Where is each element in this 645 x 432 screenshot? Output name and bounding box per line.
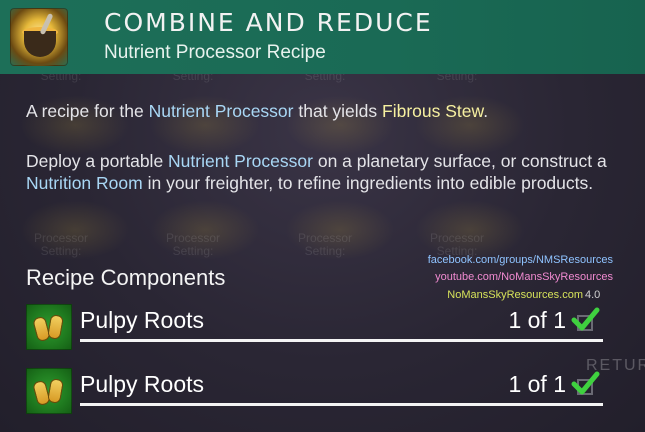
background-text: Processor [33, 231, 89, 245]
component-underline [80, 339, 603, 342]
component-row[interactable]: Pulpy Roots 1 of 1 [26, 366, 606, 414]
component-name: Pulpy Roots [80, 307, 205, 333]
recipe-header: COMBINE AND REDUCE Nutrient Processor Re… [0, 0, 645, 74]
version-label: 4.0 [585, 289, 601, 301]
instructions-text: in your freighter, to refine ingredients… [142, 173, 594, 193]
component-name: Pulpy Roots [80, 371, 205, 397]
background-stew-icon [285, 200, 395, 260]
instructions-text: on a planetary surface, or construct a [312, 151, 607, 171]
facebook-watermark: facebook.com/groups/NMSResources [427, 254, 613, 266]
instructions-text: Deploy a portable [26, 151, 169, 171]
checkmark-icon [571, 371, 600, 395]
nutrient-processor-link: Nutrient Processor [148, 101, 294, 121]
recipe-subtitle: Nutrient Processor Recipe [104, 42, 326, 63]
product-name: Fibrous Stew [382, 101, 484, 121]
pulpy-roots-icon [26, 368, 72, 414]
background-text: Setting: [40, 244, 82, 258]
component-count: 1 of 1 [508, 307, 566, 333]
background-stew-icon [415, 200, 525, 260]
component-count: 1 of 1 [508, 371, 566, 397]
description-text: . [483, 101, 489, 121]
youtube-watermark: youtube.com/NoMansSkyResources [435, 271, 613, 283]
pulpy-roots-icon [26, 304, 72, 350]
background-stew-icon [20, 200, 130, 260]
background-stew-icon [150, 200, 260, 260]
recipe-instructions: Deploy a portable Nutrient Processor on … [26, 150, 616, 194]
description-text: that yields [293, 101, 383, 121]
nutrient-processor-link: Nutrient Processor [168, 151, 313, 171]
site-watermark: NoMansSkyResources.com [447, 289, 583, 301]
recipe-components-heading: Recipe Components [26, 265, 226, 290]
background-text: Setting: [304, 244, 346, 258]
description-text: A recipe for the [26, 101, 149, 121]
nutrition-room-link: Nutrition Room [26, 173, 143, 193]
fibrous-stew-icon [10, 8, 68, 66]
background-text: Processor [429, 231, 485, 245]
background-text: Setting: [172, 244, 214, 258]
component-row[interactable]: Pulpy Roots 1 of 1 [26, 302, 606, 350]
checkmark-icon [571, 307, 600, 331]
background-text: Processor [165, 231, 221, 245]
background-text: Processor [297, 231, 353, 245]
recipe-title: COMBINE AND REDUCE [104, 8, 433, 37]
recipe-description: A recipe for the Nutrient Processor that… [26, 100, 616, 122]
component-underline [80, 403, 603, 406]
